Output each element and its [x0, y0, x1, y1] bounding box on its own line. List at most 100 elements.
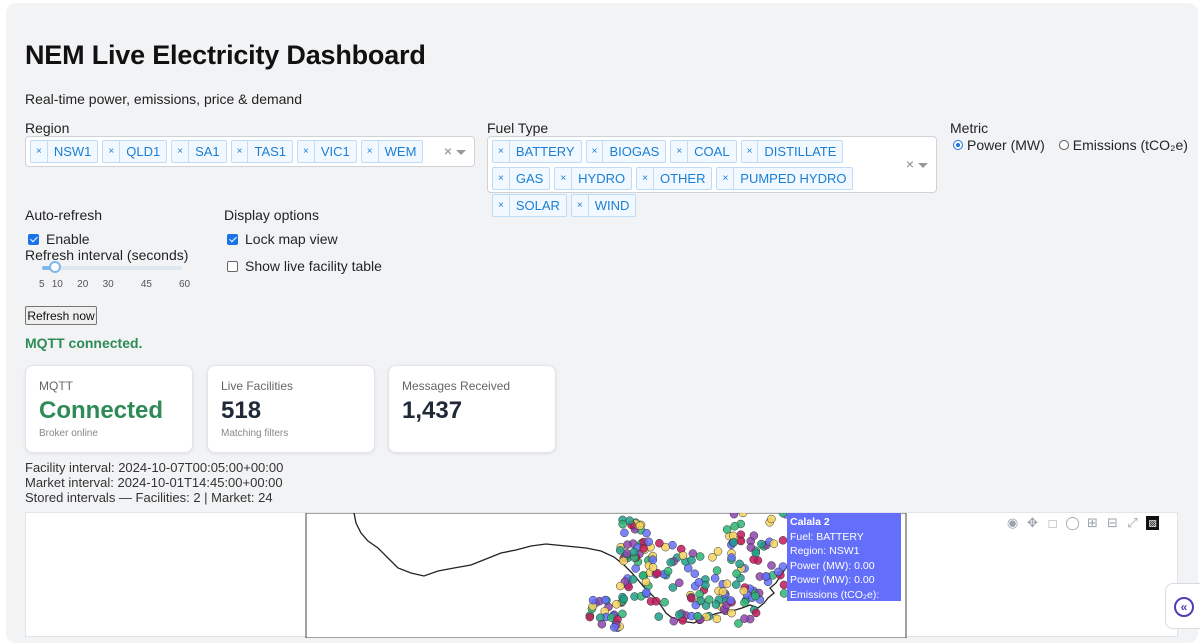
facility-point[interactable]	[767, 514, 776, 524]
slider-handle[interactable]	[48, 261, 61, 273]
zoom-in-icon[interactable]: ⊞	[1086, 515, 1099, 530]
facility-point[interactable]	[686, 593, 696, 603]
facility-point[interactable]	[761, 572, 771, 581]
facility-point[interactable]	[710, 574, 720, 583]
fuel-chip[interactable]: × HYDRO	[554, 167, 633, 190]
facility-point[interactable]	[648, 555, 658, 565]
refresh-now-button[interactable]: Refresh now	[25, 306, 97, 325]
remove-chip-icon[interactable]: ×	[555, 168, 573, 189]
remove-chip-icon[interactable]: ×	[717, 168, 735, 189]
facility-point[interactable]	[655, 538, 664, 548]
facility-point[interactable]	[739, 586, 749, 596]
facility-point[interactable]	[735, 559, 744, 569]
fuel-clear-icon[interactable]: ×	[906, 156, 914, 172]
camera-icon[interactable]: ◉	[1006, 515, 1019, 530]
fuel-chip[interactable]: × WIND	[570, 194, 637, 217]
fuel-chip[interactable]: × BIOGAS	[585, 140, 667, 163]
region-chip[interactable]: × QLD1	[102, 140, 168, 163]
fuel-chip[interactable]: × SOLAR	[492, 194, 567, 217]
facility-point[interactable]	[619, 556, 628, 566]
fuel-chip[interactable]: × BATTERY	[492, 140, 582, 163]
facility-point[interactable]	[616, 581, 625, 591]
autoscale-icon[interactable]: ⤢	[1126, 515, 1139, 530]
facility-point[interactable]	[736, 536, 746, 546]
region-clear-icon[interactable]: ×	[444, 143, 452, 159]
region-chip[interactable]: × WEM	[360, 140, 424, 163]
facility-point[interactable]	[660, 597, 669, 607]
facility-point[interactable]	[588, 595, 598, 605]
facility-point[interactable]	[618, 519, 627, 529]
facility-point[interactable]	[749, 531, 759, 540]
facility-point[interactable]	[778, 536, 788, 545]
facility-map[interactable]	[25, 508, 1179, 639]
facility-point[interactable]	[623, 540, 632, 549]
facility-point[interactable]	[675, 610, 684, 619]
facility-point[interactable]	[727, 608, 736, 618]
fuel-chip[interactable]: × DISTILLATE	[740, 140, 844, 163]
facility-point[interactable]	[757, 539, 766, 549]
facility-point[interactable]	[609, 623, 619, 632]
facility-point[interactable]	[722, 579, 732, 589]
facility-point[interactable]	[687, 555, 696, 565]
remove-chip-icon[interactable]: ×	[298, 141, 315, 162]
region-chip[interactable]: × TAS1	[230, 140, 294, 163]
facility-point[interactable]	[727, 553, 736, 562]
remove-chip-icon[interactable]: ×	[493, 195, 510, 216]
zoom-out-icon[interactable]: ⊟	[1106, 515, 1119, 530]
remove-chip-icon[interactable]: ×	[637, 168, 654, 189]
region-dropdown-icon[interactable]	[456, 150, 466, 155]
facility-point[interactable]	[712, 566, 722, 575]
lasso-icon[interactable]: ◯	[1065, 515, 1080, 530]
checkbox-unchecked-icon[interactable]	[227, 260, 238, 272]
facility-point[interactable]	[730, 521, 739, 531]
facility-point[interactable]	[732, 569, 741, 578]
lock-map-view-checkbox[interactable]: Lock map view	[227, 231, 338, 247]
remove-chip-icon[interactable]: ×	[493, 168, 510, 189]
region-chip[interactable]: × SA1	[171, 140, 227, 163]
facility-point[interactable]	[619, 594, 629, 604]
facility-point[interactable]	[704, 595, 714, 604]
facility-point[interactable]	[690, 569, 700, 578]
checkbox-checked-icon[interactable]	[28, 233, 39, 245]
facility-point[interactable]	[696, 596, 706, 605]
facility-point[interactable]	[663, 566, 673, 576]
remove-chip-icon[interactable]: ×	[671, 141, 689, 162]
remove-chip-icon[interactable]: ×	[103, 141, 121, 162]
facility-point[interactable]	[693, 612, 703, 621]
facility-point[interactable]	[648, 563, 658, 572]
map-svg[interactable]	[26, 508, 1179, 639]
facility-point[interactable]	[713, 547, 723, 556]
facility-point[interactable]	[585, 612, 595, 622]
facility-point[interactable]	[612, 600, 621, 609]
facility-point[interactable]	[597, 619, 607, 629]
facility-point[interactable]	[694, 578, 704, 587]
facility-point[interactable]	[629, 547, 639, 557]
facility-point[interactable]	[601, 595, 610, 605]
fuel-chip[interactable]: × GAS	[492, 167, 551, 190]
metric-option-emissions[interactable]: Emissions (tCO₂e)	[1058, 137, 1188, 153]
facility-point[interactable]	[751, 608, 761, 618]
facility-point[interactable]	[635, 521, 645, 531]
facility-point[interactable]	[625, 516, 634, 525]
fuel-dropdown-icon[interactable]	[918, 163, 928, 168]
facility-point[interactable]	[711, 600, 721, 609]
facility-point[interactable]	[722, 525, 732, 534]
facility-point[interactable]	[642, 528, 651, 538]
facility-point[interactable]	[729, 538, 739, 547]
fuel-chip[interactable]: × PUMPED HYDRO	[716, 167, 854, 190]
facility-point[interactable]	[718, 587, 728, 596]
facility-point[interactable]	[668, 540, 677, 550]
facility-point[interactable]	[740, 598, 749, 607]
remove-chip-icon[interactable]: ×	[587, 141, 604, 162]
facility-point[interactable]	[669, 616, 678, 626]
facility-point[interactable]	[746, 543, 756, 552]
facility-point[interactable]	[678, 551, 688, 560]
facility-point[interactable]	[734, 619, 743, 628]
facility-point[interactable]	[666, 558, 675, 567]
facility-point[interactable]	[639, 544, 648, 553]
fuel-chip[interactable]: × COAL	[670, 140, 737, 163]
facility-point[interactable]	[695, 552, 705, 561]
facility-point[interactable]	[712, 614, 722, 624]
facility-point[interactable]	[642, 588, 651, 597]
facility-point[interactable]	[767, 561, 776, 570]
